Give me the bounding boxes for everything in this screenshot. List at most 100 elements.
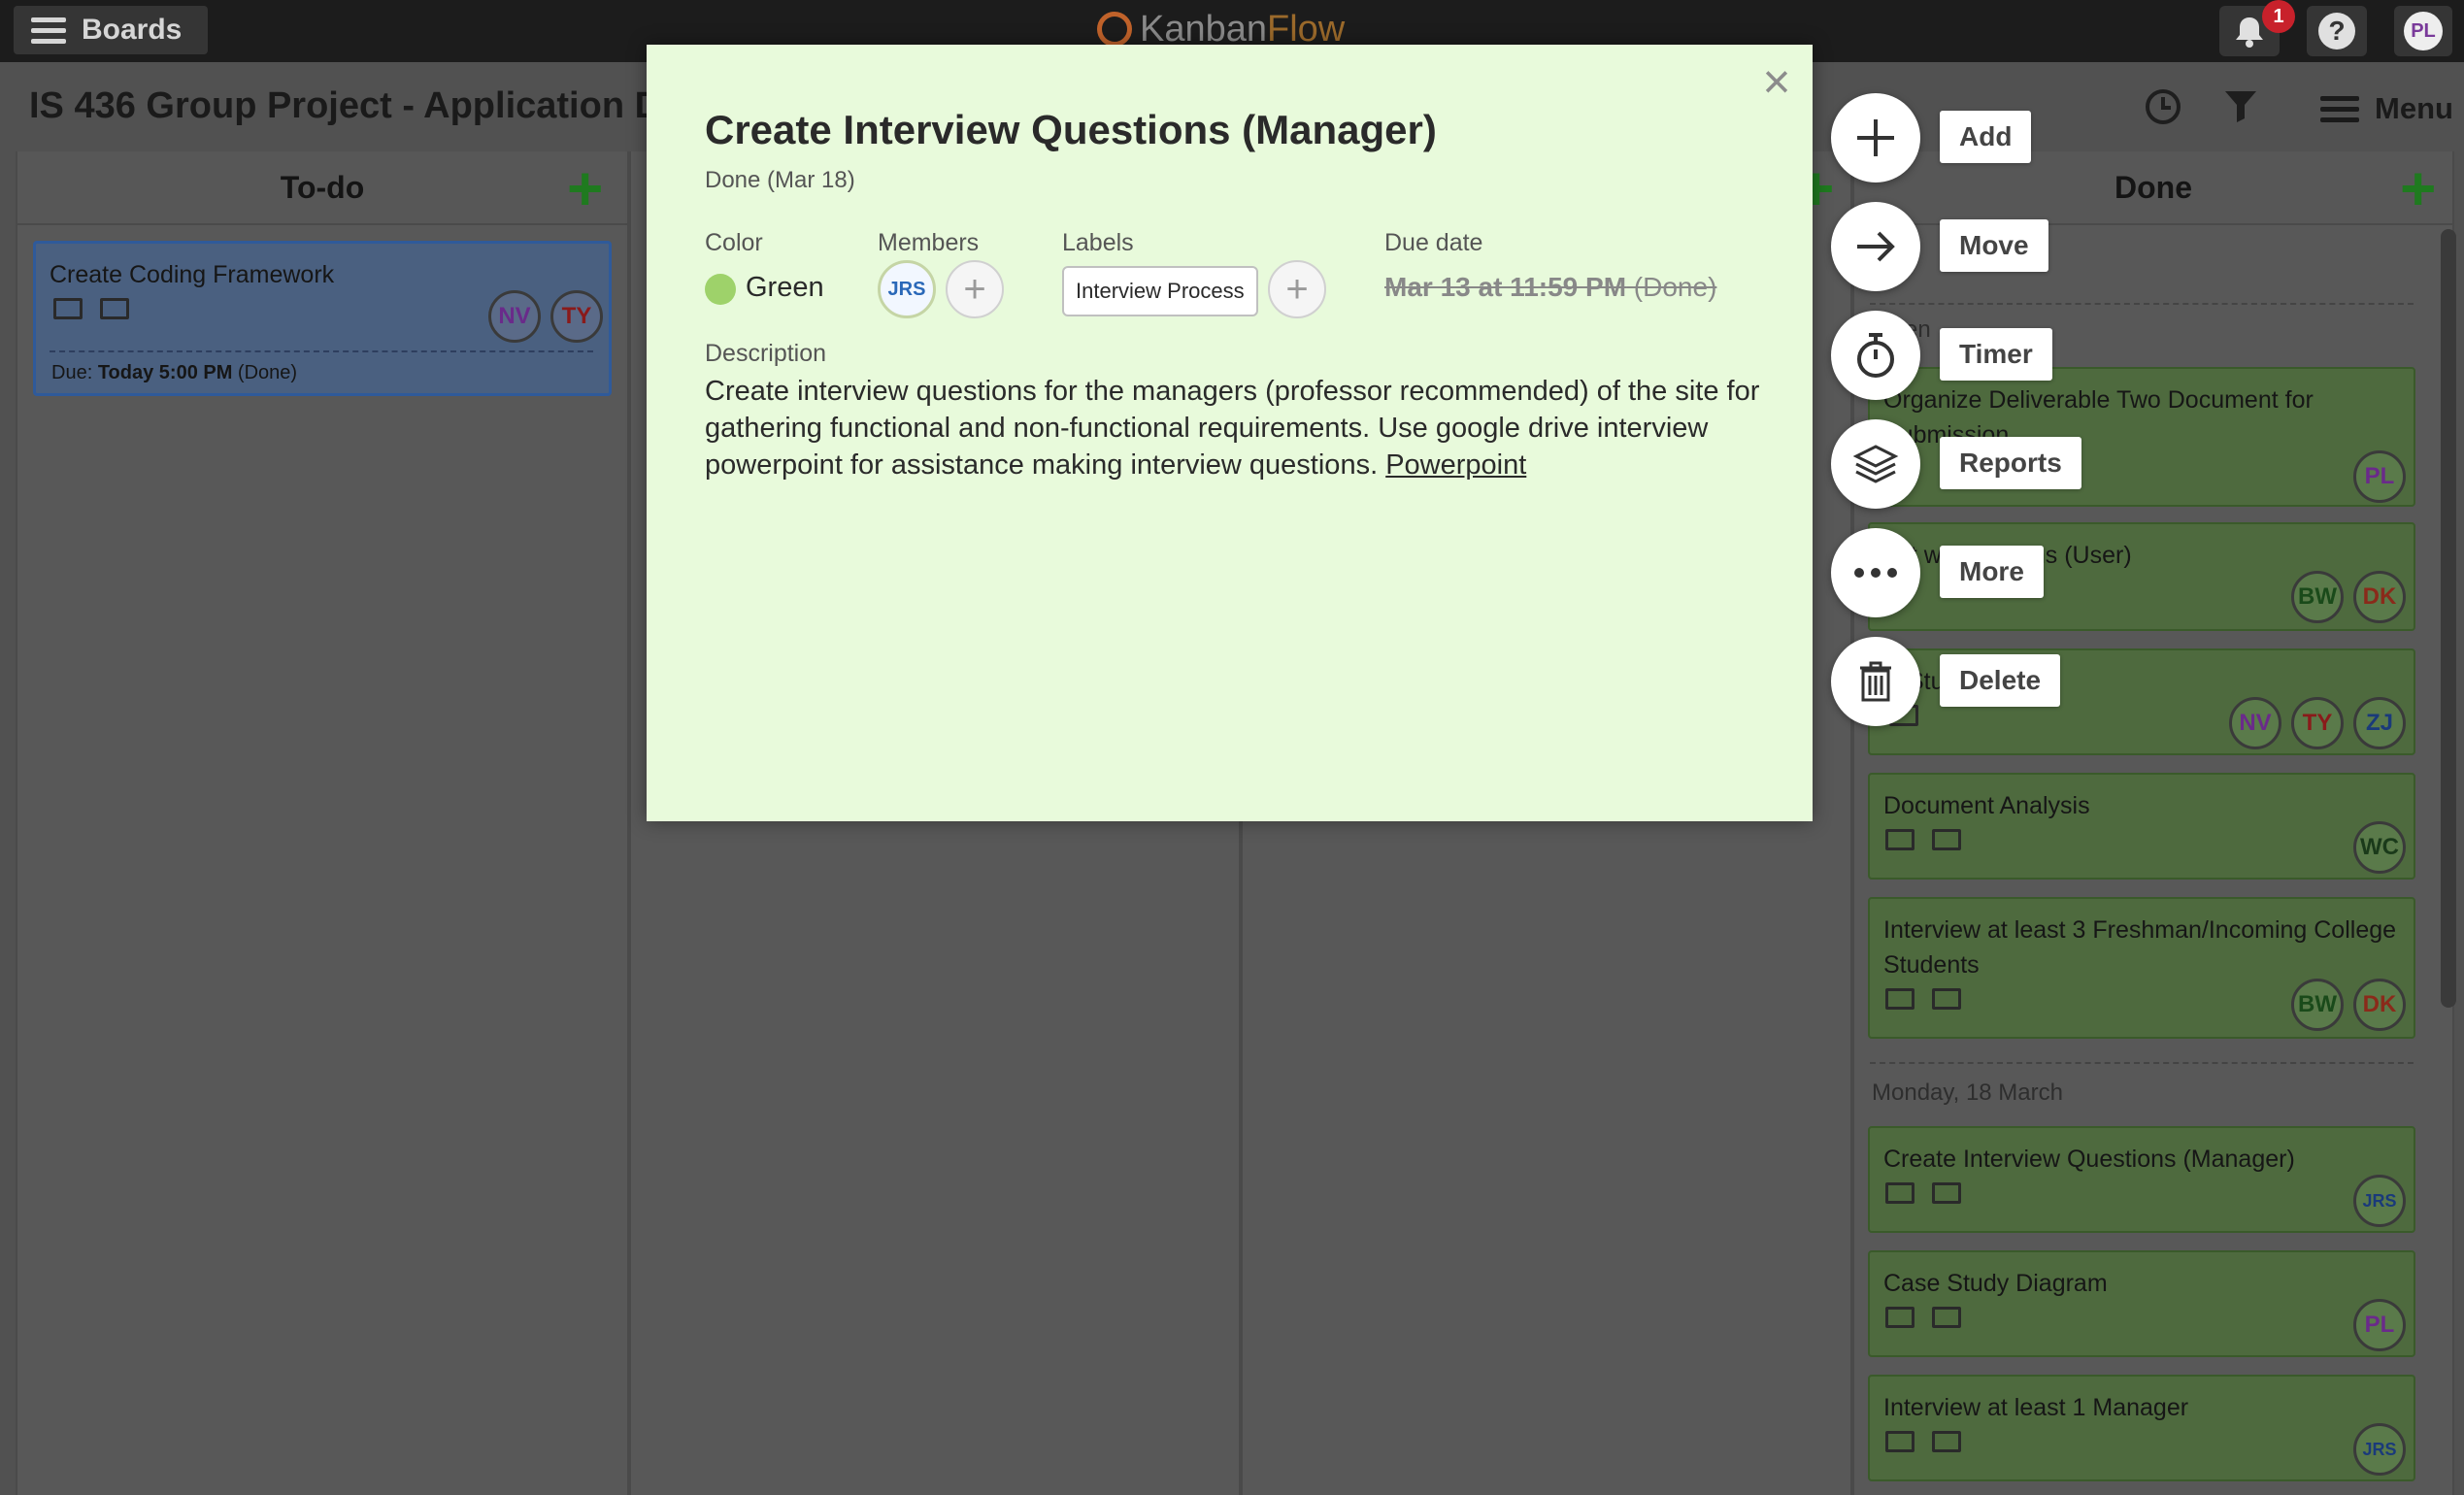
add-label-button[interactable]: + [1268, 260, 1326, 318]
avatar[interactable]: TY [550, 290, 603, 343]
description-icon [1885, 1431, 1915, 1452]
user-avatar-button[interactable]: PL [2394, 6, 2452, 56]
bell-icon [2236, 17, 2263, 48]
user-avatar: PL [2404, 12, 2443, 50]
avatar[interactable]: BW [2291, 979, 2344, 1031]
powerpoint-link[interactable]: Powerpoint [1385, 449, 1526, 481]
divider [1870, 303, 2414, 305]
arrow-right-icon [1857, 231, 1895, 262]
calendar-icon [1932, 1431, 1961, 1452]
help-button[interactable]: ? [2307, 6, 2367, 56]
color-value[interactable]: Green [746, 272, 824, 304]
filter-icon [2225, 91, 2256, 122]
avatar[interactable]: BW [2291, 571, 2344, 623]
reports-action-label[interactable]: Reports [1940, 437, 2081, 489]
reports-action-button[interactable] [1831, 419, 1920, 509]
delete-action-button[interactable] [1831, 637, 1920, 726]
task-status: Done (Mar 18) [705, 167, 855, 193]
board-title: IS 436 Group Project - Application De [29, 85, 670, 126]
menu-button[interactable]: Menu [2320, 87, 2453, 130]
label-chip[interactable]: Interview Process [1062, 266, 1258, 316]
due-text: Due: Today 5:00 PM (Done) [51, 362, 297, 384]
history-button[interactable] [2144, 87, 2182, 136]
divider [1870, 1062, 2414, 1064]
plus-icon: + [1285, 267, 1309, 311]
more-dots-icon [1854, 568, 1897, 578]
description-body: Create interview questions for the manag… [705, 376, 1760, 481]
due-date-value[interactable]: Mar 13 at 11:59 PM (Done) [1384, 272, 1716, 303]
avatar[interactable]: NV [488, 290, 541, 343]
close-icon[interactable]: × [1757, 57, 1796, 106]
move-action-label[interactable]: Move [1940, 219, 2048, 272]
due-prefix: Due: [51, 362, 98, 383]
due-date-label: Due date [1384, 229, 1483, 256]
boards-button[interactable]: Boards [14, 6, 208, 54]
add-task-done-button[interactable]: + [2400, 157, 2436, 219]
plus-icon [1857, 119, 1894, 156]
plus-icon: + [963, 267, 986, 311]
avatar[interactable]: WC [2353, 821, 2406, 874]
description-label: Description [705, 340, 827, 367]
layers-icon [1852, 445, 1899, 483]
avatar[interactable]: JRS [2353, 1423, 2406, 1476]
stopwatch-icon [1857, 333, 1894, 378]
calendar-icon [100, 298, 129, 319]
task-card[interactable]: Create Coding Framework NV TY Due: Today… [33, 241, 612, 396]
member-avatar[interactable]: JRS [878, 260, 936, 318]
task-card[interactable]: Interview at least 1 Manager JRS [1868, 1375, 2415, 1481]
description-icon [1885, 829, 1915, 850]
avatar[interactable]: PL [2353, 450, 2406, 503]
due-suffix: (Done) [232, 362, 298, 383]
trash-icon [1860, 661, 1891, 702]
logo-icon [1097, 12, 1132, 47]
add-task-todo-button[interactable]: + [567, 157, 603, 219]
task-title[interactable]: Create Interview Questions (Manager) [705, 107, 1437, 153]
help-icon: ? [2318, 13, 2355, 50]
filter-button[interactable] [2223, 87, 2258, 136]
task-title: Create Coding Framework [50, 261, 335, 288]
more-action-label[interactable]: More [1940, 546, 2044, 598]
task-card[interactable]: Create Interview Questions (Manager) JRS [1868, 1126, 2415, 1233]
divider [50, 350, 593, 352]
avatar[interactable]: JRS [2353, 1175, 2406, 1227]
notification-count-badge: 1 [2262, 0, 2295, 33]
description-text[interactable]: Create interview questions for the manag… [705, 373, 1773, 483]
calendar-icon [1932, 988, 1961, 1010]
add-member-button[interactable]: + [946, 260, 1004, 318]
avatar[interactable]: TY [2291, 697, 2344, 749]
menu-label: Menu [2375, 91, 2453, 125]
members-label: Members [878, 229, 980, 256]
task-card[interactable]: Case Study Diagram PL [1868, 1250, 2415, 1357]
done-column-scrollbar[interactable] [2441, 229, 2456, 1008]
avatar[interactable]: DK [2353, 979, 2406, 1031]
delete-action-label[interactable]: Delete [1940, 654, 2061, 707]
calendar-icon [1932, 1307, 1961, 1328]
task-title: Interview at least 1 Manager [1883, 1394, 2189, 1421]
more-action-button[interactable] [1831, 528, 1920, 617]
timer-action-label[interactable]: Timer [1940, 328, 2052, 381]
task-card[interactable]: Document Analysis WC [1868, 773, 2415, 880]
due-date-text: Mar 13 at 11:59 PM [1384, 272, 1627, 302]
due-date-status: (Done) [1626, 272, 1717, 302]
avatar[interactable]: ZJ [2353, 697, 2406, 749]
avatar[interactable]: PL [2353, 1299, 2406, 1351]
description-icon [1885, 988, 1915, 1010]
add-action-label[interactable]: Add [1940, 111, 2032, 163]
labels-label: Labels [1062, 229, 1134, 256]
task-title: Case Study Diagram [1883, 1270, 2108, 1297]
calendar-icon [1932, 829, 1961, 850]
color-swatch[interactable] [705, 274, 736, 305]
description-icon [1885, 1307, 1915, 1328]
timer-action-button[interactable] [1831, 311, 1920, 400]
add-action-button[interactable] [1831, 93, 1920, 183]
due-time: Today 5:00 PM [97, 362, 233, 383]
task-title: Interview at least 3 Freshman/Incoming C… [1883, 916, 2397, 979]
avatar[interactable]: NV [2229, 697, 2281, 749]
boards-label: Boards [82, 14, 183, 46]
color-label: Color [705, 229, 763, 256]
menu-icon [2320, 90, 2359, 128]
avatar[interactable]: DK [2353, 571, 2406, 623]
task-card[interactable]: Interview at least 3 Freshman/Incoming C… [1868, 897, 2415, 1039]
move-action-button[interactable] [1831, 202, 1920, 291]
description-icon [1885, 1182, 1915, 1204]
